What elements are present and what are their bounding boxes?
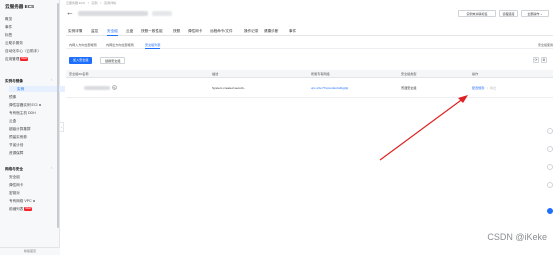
column-header: 所属专有网络 bbox=[311, 72, 330, 76]
tab-eni[interactable]: 弹性网卡 bbox=[188, 27, 202, 36]
chevron-up-icon[interactable]: ⌃ bbox=[50, 167, 53, 171]
edit-icon[interactable]: ✎ bbox=[112, 85, 117, 90]
sidebar-item-label: 应用管理 bbox=[5, 57, 20, 61]
sidebar-item-automation[interactable]: 自动化中心（云助手） bbox=[5, 49, 41, 54]
column-header: 安全组ID/名称 bbox=[69, 72, 89, 76]
breadcrumb-item: 实例详情 bbox=[104, 1, 117, 5]
sidebar-item-savings[interactable]: 节省计划 bbox=[9, 143, 23, 148]
sidebar-item-resource-guarantee[interactable]: 资源保障 bbox=[9, 151, 23, 156]
sidebar-item-eni[interactable]: 弹性网卡 bbox=[9, 183, 23, 188]
sidebar-scrollbar[interactable] bbox=[57, 3, 59, 228]
subtab-security-group-list[interactable]: 安全组列表 bbox=[145, 42, 161, 49]
sidebar-item-keypairs[interactable]: 密钥对 bbox=[9, 191, 20, 196]
description-cell: System created securit... bbox=[212, 86, 247, 90]
sidebar-item-cloudbox[interactable]: 云盒 bbox=[9, 119, 16, 124]
tab-snapshot-groups[interactable]: 快照一致性组 bbox=[141, 27, 163, 36]
sidebar-item-label: 弹性容器实例 ECI bbox=[9, 103, 38, 107]
tab-remote-commands[interactable]: 远程命令/文件 bbox=[210, 27, 233, 36]
configure-rules-link[interactable]: 配置规则 bbox=[472, 78, 484, 98]
subtab-inbound-rules[interactable]: 内网入方向全部规则 bbox=[69, 42, 97, 49]
refresh-icon[interactable]: ⟳ bbox=[533, 57, 539, 63]
watermark: CSDN @iKeke bbox=[487, 232, 547, 242]
tab-disks[interactable]: 云盘 bbox=[126, 27, 133, 36]
sidebar-item-images[interactable]: 镜像 bbox=[9, 95, 16, 100]
tab-health-diagnosis[interactable]: 健康诊断 bbox=[264, 27, 278, 36]
sidebar-item-prefix-list[interactable]: 前缀列表 NEW bbox=[9, 207, 33, 212]
sidebar-item-label: 专有网络 VPC bbox=[9, 199, 32, 203]
external-link-icon bbox=[32, 199, 36, 203]
sidebar: 云服务器 ECS 概览 事件 标签 云助手服务 自动化中心（云助手） 应用管理 N… bbox=[0, 0, 65, 255]
tab-events[interactable]: 事件 bbox=[289, 27, 296, 36]
sidebar-section-network[interactable]: 网络与安全 bbox=[5, 167, 23, 172]
redacted-instance-status bbox=[152, 11, 172, 16]
sidebar-item-supercomputing[interactable]: 超级计算集群 bbox=[9, 127, 31, 132]
replace-security-group-button[interactable]: 替换安全组 bbox=[100, 57, 126, 64]
settings-icon[interactable]: ⚙ bbox=[541, 57, 547, 63]
sidebar-item-tags[interactable]: 标签 bbox=[5, 33, 12, 38]
type-cell: 普通安全组 bbox=[401, 86, 417, 90]
table-row: ✎ System created securit... vpc-2ze77tcp… bbox=[66, 78, 553, 98]
breadcrumb: 云服务器 ECS / 实例 / 实例详情 bbox=[66, 1, 117, 5]
redacted-security-group-id bbox=[84, 86, 110, 90]
sidebar-item-cloud-assistant[interactable]: 云助手服务 bbox=[5, 41, 23, 46]
external-link-icon bbox=[38, 103, 41, 107]
sidebar-item-reserved[interactable]: 预留实例券 bbox=[9, 135, 27, 140]
tab-bar: 实例详情 监控 安全组 云盘 快照一致性组 快照 弹性网卡 远程命令/文件 操作… bbox=[66, 27, 553, 36]
breadcrumb-item[interactable]: 实例 bbox=[92, 1, 98, 5]
collapse-sidebar-handle[interactable]: ‹ bbox=[60, 122, 64, 132]
main-content: 云服务器 ECS / 实例 / 实例详情 ← 实例未关联标签 远程连接 全部操作… bbox=[66, 0, 553, 255]
section-label: 网络与安全 bbox=[5, 167, 23, 171]
join-security-group-button[interactable]: 加入安全组 bbox=[69, 57, 93, 64]
tab-monitoring[interactable]: 监控 bbox=[91, 27, 98, 36]
sidebar-item-app-management[interactable]: 应用管理 NEW bbox=[5, 57, 29, 62]
floating-toolbar bbox=[547, 128, 553, 228]
subtab-bar: 内网入方向全部规则 内网出方向全部规则 安全组列表 bbox=[66, 42, 553, 49]
redacted-instance-name bbox=[78, 11, 148, 16]
new-badge: NEW bbox=[24, 207, 33, 211]
assistant-icon[interactable] bbox=[547, 208, 553, 214]
column-header: 操作 bbox=[472, 72, 479, 76]
chat-icon[interactable] bbox=[547, 128, 553, 134]
remote-connect-button[interactable]: 远程连接 bbox=[499, 10, 518, 17]
new-badge: NEW bbox=[20, 57, 29, 61]
column-header: 安全组类型 bbox=[401, 72, 417, 76]
sidebar-item-vpc[interactable]: 专有网络 VPC bbox=[9, 199, 36, 204]
chevron-up-icon[interactable]: ⌃ bbox=[50, 79, 53, 83]
tab-snapshots[interactable]: 快照 bbox=[173, 27, 180, 36]
tag-button[interactable]: 实例未关联标签 bbox=[458, 10, 496, 17]
sidebar-item-label: 前缀列表 bbox=[9, 207, 24, 211]
sidebar-item-overview[interactable]: 概览 bbox=[5, 17, 12, 22]
sidebar-item-eci[interactable]: 弹性容器实例 ECI bbox=[9, 103, 41, 108]
sidebar-section-instances[interactable]: 实例与镜像 bbox=[5, 79, 23, 84]
column-header: 描述 bbox=[212, 72, 219, 76]
help-icon[interactable] bbox=[547, 164, 553, 170]
subtab-outbound-rules[interactable]: 内网出方向全部规则 bbox=[106, 42, 134, 49]
footer-label: 新版首页 bbox=[23, 249, 36, 253]
sidebar-item-events[interactable]: 事件 bbox=[5, 25, 12, 30]
tab-security-groups[interactable]: 安全组 bbox=[107, 27, 118, 36]
tools-icon[interactable] bbox=[547, 182, 553, 188]
all-actions-button[interactable]: 全部操作 ⌄ bbox=[521, 10, 549, 17]
sidebar-title: 云服务器 ECS bbox=[5, 4, 35, 9]
feedback-icon[interactable] bbox=[547, 146, 553, 152]
tab-operation-log[interactable]: 操作记录 bbox=[244, 27, 258, 36]
remove-link[interactable]: 移出 bbox=[490, 78, 496, 98]
sidebar-footer[interactable]: 新版首页 bbox=[0, 247, 60, 255]
table-header: 安全组ID/名称 描述 所属专有网络 安全组类型 操作 bbox=[66, 70, 553, 78]
tab-instance-details[interactable]: 实例详情 bbox=[68, 27, 82, 36]
button-label: 全部操作 bbox=[527, 12, 540, 16]
help-link[interactable]: 安全组使用 bbox=[538, 43, 553, 47]
vpc-link[interactable]: vpc-2ze77tcponktobd2gpfg bbox=[311, 78, 348, 98]
back-arrow-icon[interactable]: ← bbox=[66, 9, 74, 17]
sidebar-item-label: 专有宿主机 DDH bbox=[9, 111, 36, 115]
chevron-down-icon: ⌄ bbox=[539, 12, 543, 16]
sidebar-item-security-groups[interactable]: 安全组 bbox=[9, 175, 20, 180]
breadcrumb-item[interactable]: 云服务器 ECS bbox=[66, 1, 85, 5]
sidebar-item-ddh[interactable]: 专有宿主机 DDH bbox=[9, 111, 36, 116]
section-label: 实例与镜像 bbox=[5, 79, 23, 83]
operation-separator: | bbox=[487, 86, 488, 90]
